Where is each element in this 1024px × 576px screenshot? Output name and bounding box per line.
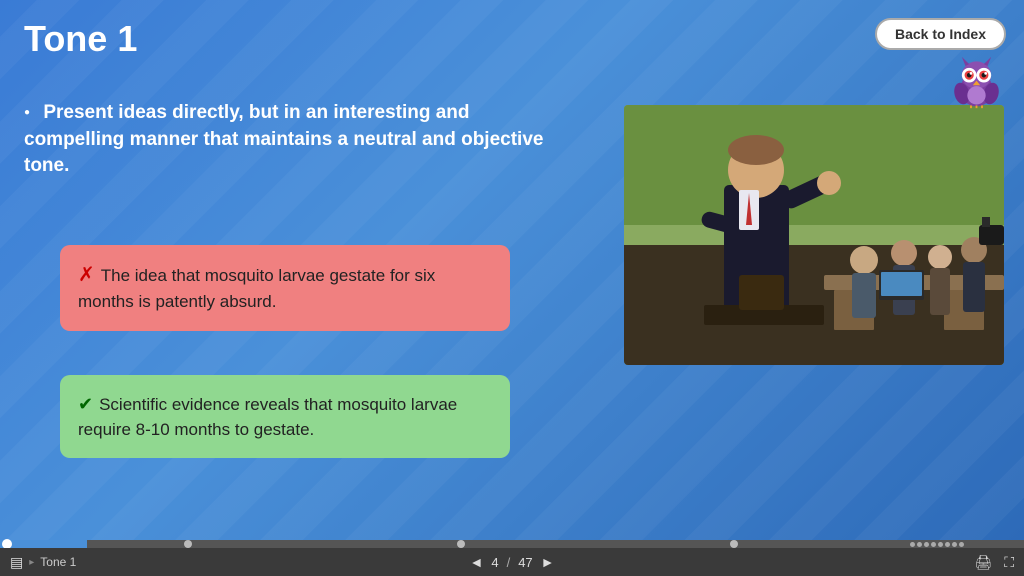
track-dot-sm	[945, 542, 950, 547]
track-marker-2	[184, 540, 192, 548]
page-total: 47	[518, 555, 532, 570]
nav-right: 🖨 ⛶	[974, 554, 1014, 571]
slide-container: Tone 1 Back to Index	[0, 0, 1024, 540]
nav-center: ◄ 4 / 47 ►	[469, 554, 554, 570]
progress-fill	[0, 540, 87, 548]
print-icon[interactable]: 🖨	[974, 554, 992, 571]
track-dot-sm	[917, 542, 922, 547]
green-box: ✔Scientific evidence reveals that mosqui…	[60, 375, 510, 458]
track-dot-sm	[924, 542, 929, 547]
red-box: ✗The idea that mosquito larvae gestate f…	[60, 245, 510, 331]
back-to-index-button[interactable]: Back to Index	[875, 18, 1006, 50]
track-marker-4	[730, 540, 738, 548]
slide-label: Tone 1	[40, 555, 76, 569]
photo-placeholder	[624, 105, 1004, 365]
page-current: 4	[491, 555, 498, 570]
red-box-text: The idea that mosquito larvae gestate fo…	[78, 266, 435, 311]
bullet-text: ● Present ideas directly, but in an inte…	[24, 100, 544, 180]
slide-title: Tone 1	[24, 18, 137, 60]
bullet-content: Present ideas directly, but in an intere…	[24, 102, 543, 176]
track-dot-sm	[959, 542, 964, 547]
bullet-dot: ●	[24, 106, 30, 120]
prev-page-button[interactable]: ◄	[469, 554, 483, 570]
slide-wrapper: Tone 1 Back to Index	[0, 0, 1024, 576]
progress-bar-area	[0, 540, 1024, 548]
owl-icon	[949, 55, 1004, 110]
next-page-button[interactable]: ►	[541, 554, 555, 570]
green-box-text: Scientific evidence reveals that mosquit…	[78, 395, 457, 439]
track-dot-sm	[952, 542, 957, 547]
track-dot-sm	[931, 542, 936, 547]
track-dot-sm	[938, 542, 943, 547]
menu-icon[interactable]: ▤	[10, 554, 23, 571]
track-dot-sm	[910, 542, 915, 547]
bottom-nav: ▤ ▸ Tone 1 ◄ 4 / 47 ► 🖨 ⛶	[0, 548, 1024, 576]
page-separator: /	[507, 555, 511, 570]
nav-arrow-right-small: ▸	[29, 557, 34, 568]
fullscreen-icon[interactable]: ⛶	[1004, 554, 1014, 571]
nav-left: ▤ ▸ Tone 1	[10, 554, 76, 571]
x-icon: ✗	[78, 264, 95, 286]
track-marker-3	[457, 540, 465, 548]
check-icon: ✔	[78, 394, 93, 414]
lecture-photo	[624, 105, 1004, 365]
